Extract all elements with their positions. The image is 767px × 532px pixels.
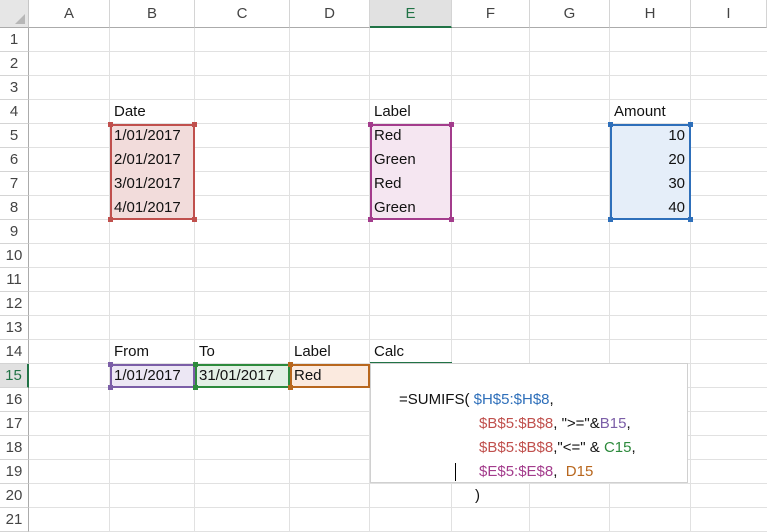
row-header-7[interactable]: 7 xyxy=(0,172,29,196)
row-header-21[interactable]: 21 xyxy=(0,508,29,532)
gridline-horizontal xyxy=(29,267,767,268)
formula-ref-d15: D15 xyxy=(565,463,594,480)
cell-h6[interactable]: 20 xyxy=(610,148,691,172)
formula-ref-c15: C15 xyxy=(603,439,632,456)
gridline-horizontal xyxy=(29,51,767,52)
label-range-handle-tr[interactable] xyxy=(449,122,454,127)
column-header-d[interactable]: D xyxy=(290,0,370,28)
spreadsheet-grid[interactable]: ABCDEFGHI 1 2 3 4 5 6 7 8 9 10 11 12 13 14 15 16 17 18 19 2… xyxy=(0,0,767,532)
row-header-16[interactable]: 16 xyxy=(0,388,29,412)
cell-e7[interactable]: Red xyxy=(370,172,406,196)
cell-e14[interactable]: Calc xyxy=(370,340,408,364)
cell-c15[interactable]: 31/01/2017 xyxy=(195,364,278,388)
cell-e8[interactable]: Green xyxy=(370,196,420,220)
row-header-18[interactable]: 18 xyxy=(0,436,29,460)
cell-c14[interactable]: To xyxy=(195,340,219,364)
gridline-horizontal xyxy=(29,507,767,508)
row-header-5[interactable]: 5 xyxy=(0,124,29,148)
cell-b7[interactable]: 3/01/2017 xyxy=(110,172,185,196)
column-header-i[interactable]: I xyxy=(691,0,767,28)
row-header-13[interactable]: 13 xyxy=(0,316,29,340)
row-header-8[interactable]: 8 xyxy=(0,196,29,220)
cell-b4[interactable]: Date xyxy=(110,100,150,124)
cell-b15[interactable]: 1/01/2017 xyxy=(110,364,185,388)
column-header-a[interactable]: A xyxy=(29,0,110,28)
gridline-horizontal xyxy=(29,315,767,316)
select-all-triangle-icon xyxy=(15,14,25,24)
cell-d15[interactable]: Red xyxy=(290,364,326,388)
column-header-b[interactable]: B xyxy=(110,0,195,28)
cell-e6[interactable]: Green xyxy=(370,148,420,172)
row-header-6[interactable]: 6 xyxy=(0,148,29,172)
cell-h4[interactable]: Amount xyxy=(610,100,670,124)
row-header-9[interactable]: 9 xyxy=(0,220,29,244)
cell-b6[interactable]: 2/01/2017 xyxy=(110,148,185,172)
cell-d14[interactable]: Label xyxy=(290,340,335,364)
gridline-horizontal xyxy=(29,483,767,484)
date-range-handle-br[interactable] xyxy=(192,217,197,222)
row-header-3[interactable]: 3 xyxy=(0,76,29,100)
cell-h5[interactable]: 10 xyxy=(610,124,691,148)
date-range-handle-tr[interactable] xyxy=(192,122,197,127)
formula-edit-box[interactable]: =SUMIFS( $H$5:$H$8, $B$5:$B$8, ">="&B15,… xyxy=(370,363,688,504)
gridline-horizontal xyxy=(29,243,767,244)
row-header-14[interactable]: 14 xyxy=(0,340,29,364)
row-header-12[interactable]: 12 xyxy=(0,292,29,316)
column-header-h[interactable]: H xyxy=(610,0,691,28)
row-header-17[interactable]: 17 xyxy=(0,412,29,436)
gridline-vertical xyxy=(289,28,290,531)
row-header-19[interactable]: 19 xyxy=(0,460,29,484)
row-header-2[interactable]: 2 xyxy=(0,52,29,76)
select-all-corner[interactable] xyxy=(0,0,29,28)
cell-b14[interactable]: From xyxy=(110,340,153,364)
column-header-e[interactable]: E xyxy=(370,0,452,28)
gridline-vertical xyxy=(690,28,691,531)
cell-e4[interactable]: Label xyxy=(370,100,415,124)
row-header-1[interactable]: 1 xyxy=(0,28,29,52)
cell-h8[interactable]: 40 xyxy=(610,196,691,220)
formula-ref-label-range: $E$5:$E$8 xyxy=(479,463,554,480)
column-header-f[interactable]: F xyxy=(452,0,530,28)
text-cursor xyxy=(455,463,456,481)
row-header-10[interactable]: 10 xyxy=(0,244,29,268)
row-header-11[interactable]: 11 xyxy=(0,268,29,292)
gridline-vertical xyxy=(194,28,195,531)
gridline-horizontal xyxy=(29,291,767,292)
cell-e5[interactable]: Red xyxy=(370,124,406,148)
column-header-g[interactable]: G xyxy=(530,0,610,28)
column-header-c[interactable]: C xyxy=(195,0,290,28)
cell-b5[interactable]: 1/01/2017 xyxy=(110,124,185,148)
row-header-4[interactable]: 4 xyxy=(0,100,29,124)
gridline-horizontal xyxy=(29,75,767,76)
cell-h7[interactable]: 30 xyxy=(610,172,691,196)
row-header-20[interactable]: 20 xyxy=(0,484,29,508)
cell-b8[interactable]: 4/01/2017 xyxy=(110,196,185,220)
label-range-handle-br[interactable] xyxy=(449,217,454,222)
row-header-15[interactable]: 15 xyxy=(0,364,29,388)
